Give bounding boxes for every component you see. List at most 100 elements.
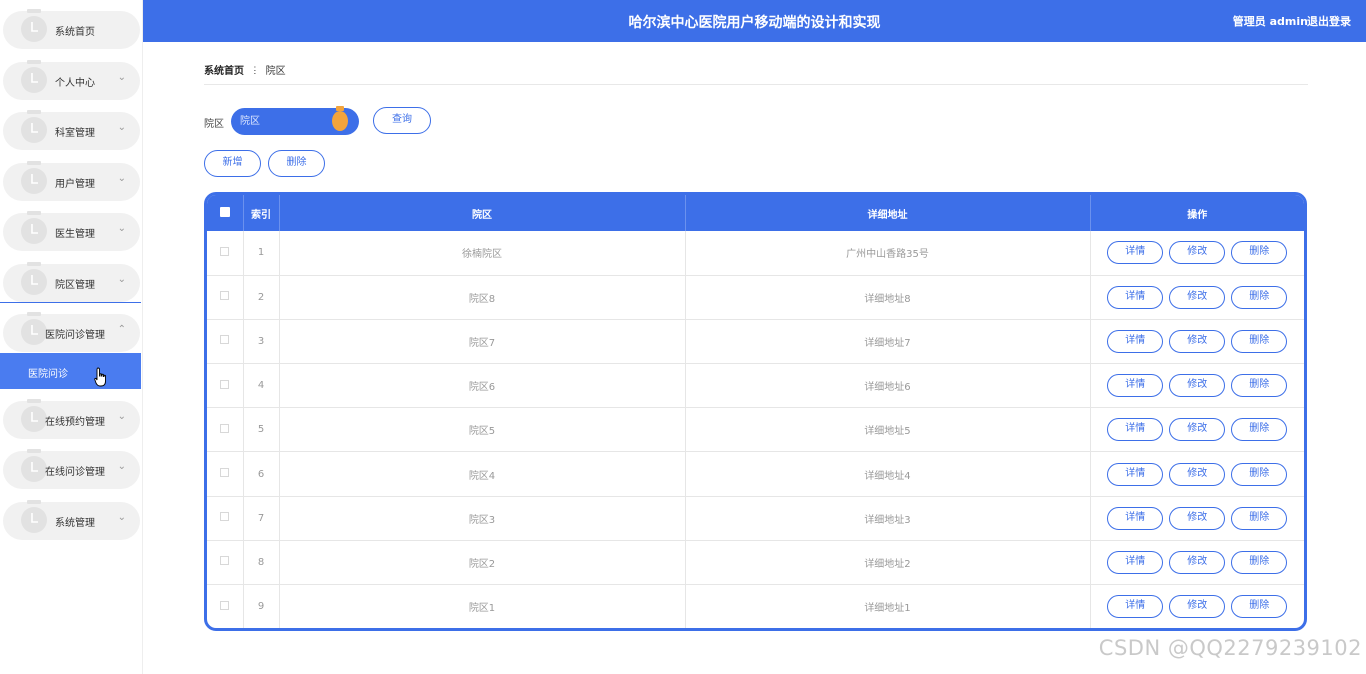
- sidebar-item-8[interactable]: 在线预约管理 ⌄: [3, 399, 140, 439]
- detail-button[interactable]: 详情: [1107, 418, 1164, 442]
- table-row: 6 院区4 详细地址4 详情 修改 删除: [207, 451, 1304, 497]
- row-checkbox[interactable]: [220, 246, 230, 256]
- edit-button[interactable]: 修改: [1169, 550, 1226, 574]
- row-checkbox-cell[interactable]: [207, 584, 244, 628]
- row-campus: 院区1: [279, 584, 686, 628]
- column-header-index: 索引: [243, 195, 280, 231]
- detail-button[interactable]: 详情: [1107, 462, 1164, 486]
- detail-button[interactable]: 详情: [1107, 285, 1164, 309]
- row-index: 3: [243, 319, 280, 365]
- chevron-down-icon: ⌄: [117, 461, 126, 472]
- hand-cursor-icon: [94, 367, 106, 387]
- chevron-down-icon: ⌄: [117, 122, 126, 133]
- row-campus: 院区3: [279, 496, 686, 541]
- sidebar-subitem-label: 医院问诊: [28, 369, 68, 380]
- column-header-actions: 操作: [1090, 195, 1304, 231]
- row-actions: 详情 修改 删除: [1090, 231, 1304, 276]
- sidebar-subitem-active[interactable]: 医院问诊: [0, 353, 141, 389]
- watermark: CSDN @QQ2279239102: [1098, 636, 1362, 660]
- sidebar-item-label: 在线预约管理: [45, 417, 105, 428]
- detail-button[interactable]: 详情: [1107, 595, 1164, 619]
- row-checkbox-cell[interactable]: [207, 451, 244, 497]
- row-campus: 徐楠院区: [279, 231, 686, 276]
- app-title: 哈尔滨中心医院用户移动端的设计和实现: [628, 15, 881, 31]
- batch-delete-button[interactable]: 删除: [268, 150, 325, 177]
- row-index: 4: [243, 363, 280, 409]
- edit-button[interactable]: 修改: [1169, 595, 1226, 619]
- sidebar-item-9[interactable]: 在线问诊管理 ⌄: [3, 449, 140, 489]
- menu-clock-icon: [21, 60, 47, 93]
- column-header-address: 详细地址: [685, 195, 1091, 231]
- row-checkbox-cell[interactable]: [207, 319, 244, 365]
- sidebar-item-6[interactable]: 院区管理 ⌄: [3, 262, 140, 302]
- logout-link[interactable]: 退出登录: [1307, 13, 1351, 29]
- edit-button[interactable]: 修改: [1169, 329, 1226, 353]
- detail-button[interactable]: 详情: [1107, 241, 1164, 265]
- delete-button[interactable]: 删除: [1231, 374, 1288, 398]
- select-all-checkbox-cell[interactable]: [207, 195, 244, 231]
- breadcrumb-separator: ⵗ: [253, 66, 257, 77]
- edit-button[interactable]: 修改: [1169, 374, 1226, 398]
- sidebar-item-10[interactable]: 系统管理 ⌄: [3, 500, 140, 540]
- delete-button[interactable]: 删除: [1231, 462, 1288, 486]
- delete-button[interactable]: 删除: [1231, 550, 1288, 574]
- edit-button[interactable]: 修改: [1169, 462, 1226, 486]
- row-checkbox-cell[interactable]: [207, 407, 244, 453]
- table-row: 3 院区7 详细地址7 详情 修改 删除: [207, 319, 1304, 365]
- edit-button[interactable]: 修改: [1169, 241, 1226, 265]
- row-campus: 院区6: [279, 363, 686, 409]
- chevron-down-icon: ⌄: [117, 72, 126, 83]
- edit-button[interactable]: 修改: [1169, 506, 1226, 530]
- sidebar-item-4[interactable]: 用户管理 ⌄: [3, 161, 140, 201]
- breadcrumb-divider: [204, 84, 1308, 85]
- row-address: 详细地址1: [685, 584, 1091, 628]
- delete-button[interactable]: 删除: [1231, 506, 1288, 530]
- row-actions: 详情 修改 删除: [1090, 496, 1304, 541]
- column-header-campus: 院区: [279, 195, 686, 231]
- detail-button[interactable]: 详情: [1107, 329, 1164, 353]
- row-index: 2: [243, 275, 280, 320]
- detail-button[interactable]: 详情: [1107, 550, 1164, 574]
- table-row: 5 院区5 详细地址5 详情 修改 删除: [207, 407, 1304, 453]
- breadcrumb: 系统首页 ⵗ 院区: [204, 62, 286, 77]
- table-row: 9 院区1 详细地址1 详情 修改 删除: [207, 584, 1304, 628]
- row-checkbox-cell[interactable]: [207, 496, 244, 541]
- sidebar-item-label: 系统首页: [55, 27, 95, 38]
- row-checkbox[interactable]: [220, 556, 230, 566]
- sidebar-item-3[interactable]: 科室管理 ⌄: [3, 110, 140, 150]
- breadcrumb-home[interactable]: 系统首页: [204, 66, 244, 77]
- input-handle-icon: [332, 106, 348, 131]
- detail-button[interactable]: 详情: [1107, 506, 1164, 530]
- row-checkbox-cell[interactable]: [207, 363, 244, 409]
- sidebar-item-1[interactable]: 系统首页: [3, 9, 140, 49]
- row-checkbox[interactable]: [220, 335, 230, 345]
- row-campus: 院区4: [279, 451, 686, 497]
- row-checkbox[interactable]: [220, 379, 230, 389]
- delete-button[interactable]: 删除: [1231, 285, 1288, 309]
- row-checkbox-cell[interactable]: [207, 231, 244, 276]
- table-row: 7 院区3 详细地址3 详情 修改 删除: [207, 496, 1304, 541]
- sidebar-item-7[interactable]: 医院问诊管理 ⌃: [3, 312, 140, 352]
- delete-button[interactable]: 删除: [1231, 241, 1288, 265]
- delete-button[interactable]: 删除: [1231, 595, 1288, 619]
- sidebar-item-5[interactable]: 医生管理 ⌄: [3, 211, 140, 251]
- row-address: 详细地址6: [685, 363, 1091, 409]
- row-checkbox[interactable]: [220, 468, 230, 478]
- query-button[interactable]: 查询: [373, 107, 431, 134]
- row-checkbox-cell[interactable]: [207, 540, 244, 586]
- delete-button[interactable]: 删除: [1231, 418, 1288, 442]
- add-button[interactable]: 新增: [204, 150, 261, 177]
- row-address: 详细地址5: [685, 407, 1091, 453]
- sidebar-item-2[interactable]: 个人中心 ⌄: [3, 60, 140, 100]
- table-row: 2 院区8 详细地址8 详情 修改 删除: [207, 275, 1304, 320]
- row-checkbox[interactable]: [220, 423, 230, 433]
- edit-button[interactable]: 修改: [1169, 418, 1226, 442]
- detail-button[interactable]: 详情: [1107, 374, 1164, 398]
- row-checkbox[interactable]: [220, 512, 230, 522]
- delete-button[interactable]: 删除: [1231, 329, 1288, 353]
- select-all-checkbox[interactable]: [219, 206, 230, 217]
- row-checkbox-cell[interactable]: [207, 275, 244, 320]
- row-checkbox[interactable]: [220, 291, 230, 301]
- row-checkbox[interactable]: [220, 600, 230, 610]
- edit-button[interactable]: 修改: [1169, 285, 1226, 309]
